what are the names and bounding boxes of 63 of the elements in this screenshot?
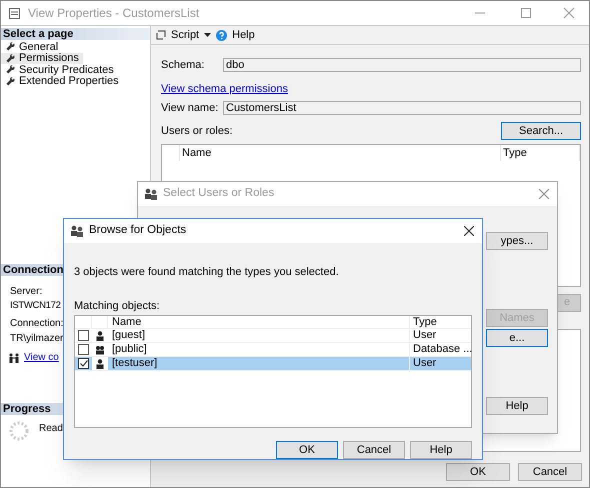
dialog-button[interactable]: e... [486,329,548,347]
script-icon [156,30,166,40]
checkbox[interactable] [78,330,89,341]
checkbox[interactable] [78,344,89,355]
progress-spinner-icon [9,421,29,442]
schema-permissions-link[interactable]: View schema permissions [161,80,288,97]
view-connection-link[interactable]: View co [24,350,59,366]
user-icon [96,358,104,368]
dialog-button[interactable]: ypes... [486,232,548,250]
window-icon [9,8,20,18]
dialog-button[interactable]: OK [276,441,338,459]
section-header: Select a page [1,28,150,40]
dialog-button[interactable]: Help [410,441,472,459]
column-header: Name [179,144,500,161]
sidebar-item[interactable]: Extended Properties [1,76,123,87]
users-roles-label: Users or roles: [161,124,233,139]
object-name: [testuser] [111,356,158,372]
dialog-button[interactable]: Help [486,397,548,415]
wrench-icon [6,65,15,74]
close-icon[interactable] [464,226,474,236]
column-header: Name [111,316,142,328]
help-icon [216,30,228,40]
wrench-icon [6,42,15,52]
view-name-label: View name: [161,101,220,116]
connection-value: TR\yilmazer [10,332,64,346]
column-header: Type [409,316,471,328]
sidebar-item[interactable]: General [1,41,62,52]
object-name: [public] [111,342,148,358]
dialog-title: Browse for Objects [89,223,186,238]
dropdown-caret-icon[interactable] [204,33,212,37]
search-button[interactable]: Search... [501,122,581,140]
object-name: [guest] [111,328,146,344]
script-button[interactable]: Script [171,26,200,44]
server-value: ISTWCN172 [10,299,61,313]
object-row[interactable]: [testuser] User [75,357,471,371]
list-label: Matching objects: [74,298,161,314]
users-icon [70,225,84,237]
dialog-title: Select Users or Roles [163,186,274,202]
dialog-button[interactable]: OK [446,463,510,481]
progress-status: Read [39,422,63,436]
schema-field[interactable]: dbo [223,58,581,72]
sidebar-item[interactable]: Permissions [1,52,83,64]
object-type: User [409,355,471,372]
server-label: Server: [10,285,42,299]
wrench-icon [6,76,15,86]
sidebar-item[interactable]: Security Predicates [1,64,118,76]
dialog-button[interactable]: Cancel [518,463,582,481]
view-name-field[interactable]: CustomersList [223,101,581,116]
schema-label: Schema: [161,58,206,73]
check-icon [80,360,88,367]
connection-label: Connection: [10,317,64,332]
checkbox[interactable] [78,358,89,369]
help-button[interactable]: Help [232,26,255,44]
wrench-icon [6,54,15,63]
column-header: Type [500,144,580,161]
user-icon [96,330,104,340]
object-row[interactable]: [guest] User [75,329,471,343]
dialog-button[interactable]: Cancel [343,441,405,459]
connection-icon [8,352,20,363]
window-title: View Properties - CustomersList [28,5,200,22]
object-row[interactable]: [public] Database ... [75,343,471,357]
users-icon [144,188,158,200]
group-icon [95,344,105,354]
